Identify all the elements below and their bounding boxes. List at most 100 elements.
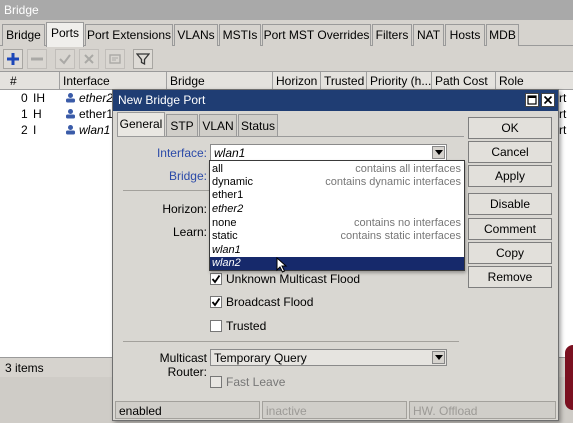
cross-icon[interactable]: [79, 49, 99, 69]
horizon-label: Horizon:: [162, 202, 207, 216]
row-number: 0: [21, 91, 28, 105]
tab-vlan[interactable]: VLAN: [199, 114, 237, 136]
close-icon[interactable]: [541, 93, 555, 107]
interface-label: Interface:: [156, 146, 207, 160]
checkbox-box[interactable]: [210, 376, 222, 388]
toolbar: [0, 47, 573, 72]
copy-button[interactable]: Copy: [468, 242, 552, 264]
comment-icon[interactable]: [105, 49, 125, 69]
separator: [123, 341, 459, 342]
maximize-icon[interactable]: [525, 93, 539, 107]
tab-nat[interactable]: NAT: [413, 24, 444, 46]
checkbox-label: Fast Leave: [226, 375, 286, 389]
option-description: contains static interfaces: [340, 230, 461, 242]
row-interface-name: wlan1: [79, 123, 111, 137]
checkbox-box[interactable]: [210, 273, 222, 285]
checkbox-box[interactable]: [210, 296, 222, 308]
row-interface: ether1: [62, 106, 112, 122]
tab-port-extensions[interactable]: Port Extensions: [85, 24, 173, 46]
dialog-title-bar[interactable]: New Bridge Port: [113, 90, 558, 111]
interface-icon: [65, 108, 76, 119]
tab-port-mst-overrides[interactable]: Port MST Overrides: [262, 24, 371, 46]
col-bridge[interactable]: Bridge: [167, 72, 273, 90]
dialog-title: New Bridge Port: [118, 93, 206, 107]
option-label: ether2: [212, 203, 244, 215]
interface-select[interactable]: wlan1: [210, 144, 447, 161]
col-number[interactable]: #: [0, 72, 60, 90]
dropdown-option[interactable]: ether1: [210, 189, 464, 202]
dialog-status-bar: enabled inactive HW. Offload: [115, 401, 556, 419]
comment-button[interactable]: Comment: [468, 218, 552, 240]
row-flags: H: [33, 107, 42, 121]
interface-icon: [65, 92, 76, 103]
interface-dropdown-list: all contains all interfaces dynamic cont…: [209, 160, 465, 271]
edge-decoration: [565, 345, 573, 410]
dropdown-option[interactable]: none contains no interfaces: [210, 217, 464, 230]
dropdown-option[interactable]: wlan1: [210, 244, 464, 257]
apply-button[interactable]: Apply: [468, 165, 552, 187]
option-description: contains dynamic interfaces: [325, 176, 461, 188]
row-interface: ether2: [62, 90, 112, 106]
cancel-button[interactable]: Cancel: [468, 141, 552, 163]
checkbox-box[interactable]: [210, 320, 222, 332]
interface-icon: [65, 124, 76, 135]
item-count: 3 items: [5, 361, 44, 375]
option-description: contains no interfaces: [353, 217, 461, 229]
col-interface[interactable]: Interface: [60, 72, 167, 90]
row-number: 2: [21, 123, 28, 137]
plus-icon[interactable]: [3, 49, 23, 69]
row-flags: IH: [33, 91, 45, 105]
fast-leave-checkbox[interactable]: Fast Leave: [210, 374, 285, 390]
broadcast-flood-checkbox[interactable]: Broadcast Flood: [210, 294, 313, 310]
minus-icon[interactable]: [27, 49, 47, 69]
check-icon[interactable]: [55, 49, 75, 69]
row-number: 1: [21, 107, 28, 121]
multicast-router-label: Multicast Router:: [159, 351, 207, 379]
bridge-label: Bridge:: [168, 169, 207, 183]
tab-general[interactable]: General: [117, 112, 165, 137]
option-label: wlan2: [212, 257, 241, 269]
tab-stp[interactable]: STP: [166, 114, 198, 136]
tab-hosts[interactable]: Hosts: [445, 24, 485, 46]
tab-vlans[interactable]: VLANs: [174, 24, 218, 46]
option-label: all: [212, 163, 224, 175]
option-label: none: [212, 217, 237, 229]
remove-button[interactable]: Remove: [468, 266, 552, 288]
row-interface: wlan1: [62, 122, 112, 138]
window-title: Bridge: [0, 0, 573, 20]
dropdown-option[interactable]: all contains all interfaces: [210, 163, 464, 176]
unknown-multicast-flood-checkbox[interactable]: Unknown Multicast Flood: [210, 271, 360, 287]
dropdown-option-selected[interactable]: wlan2: [210, 257, 464, 270]
dropdown-option[interactable]: static contains static interfaces: [210, 230, 464, 243]
filter-icon[interactable]: [133, 49, 153, 69]
col-role[interactable]: Role: [496, 72, 573, 90]
tab-ports[interactable]: Ports: [46, 22, 84, 47]
tab-bridge[interactable]: Bridge: [2, 24, 45, 46]
tab-underline: [117, 136, 464, 137]
tab-filters[interactable]: Filters: [372, 24, 412, 46]
option-label: static: [212, 230, 238, 242]
dropdown-option[interactable]: dynamic contains dynamic interfaces: [210, 176, 464, 189]
option-description: contains all interfaces: [355, 163, 461, 175]
col-priority[interactable]: Priority (h...: [367, 72, 432, 90]
option-label: ether1: [212, 189, 244, 201]
col-horizon[interactable]: Horizon: [273, 72, 321, 90]
row-flags: I: [33, 123, 37, 137]
multicast-router-select[interactable]: Temporary Query: [210, 349, 447, 366]
col-trusted[interactable]: Trusted: [321, 72, 367, 90]
tab-mstis[interactable]: MSTIs: [219, 24, 261, 46]
disable-button[interactable]: Disable: [468, 193, 552, 215]
col-path-cost[interactable]: Path Cost: [432, 72, 496, 90]
dropdown-option[interactable]: ether2: [210, 203, 464, 216]
ok-button[interactable]: OK: [468, 117, 552, 139]
checkbox-label: Unknown Multicast Flood: [226, 272, 361, 286]
multicast-router-value: Temporary Query: [214, 351, 307, 365]
learn-label: Learn:: [172, 225, 207, 239]
trusted-checkbox[interactable]: Trusted: [210, 318, 266, 334]
chevron-down-icon[interactable]: [432, 351, 445, 364]
option-label: wlan1: [212, 244, 241, 256]
tab-status[interactable]: Status: [238, 114, 278, 136]
chevron-down-icon[interactable]: [432, 146, 445, 159]
tab-mdb[interactable]: MDB: [486, 24, 519, 46]
separator: [123, 190, 213, 191]
